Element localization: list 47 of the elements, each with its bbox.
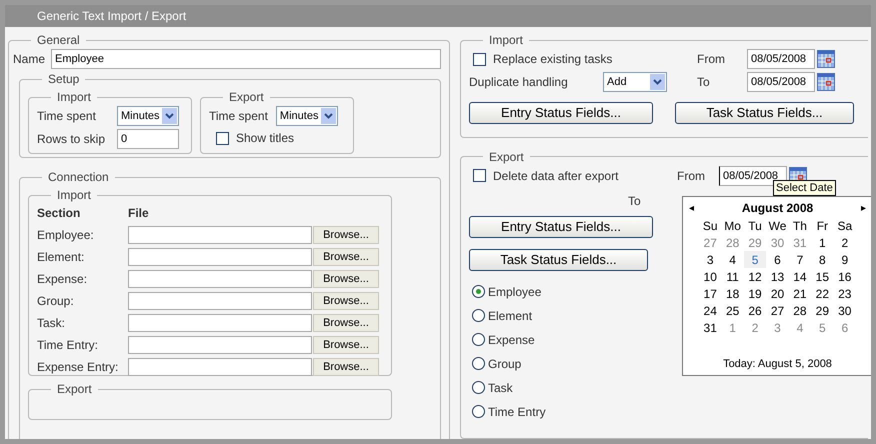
weekday-label: We [768,218,788,234]
field-label: From [677,168,706,185]
field-label: Time spent [209,108,268,125]
radio-label: Task [488,380,513,397]
weekday-label: Sa [836,218,854,234]
weekday-label: Tu [747,218,763,234]
radio-label: Time Entry [488,404,546,421]
column-header: Section [37,205,82,222]
radio-label: Employee [488,284,542,301]
section-legend: General [31,31,86,49]
field-label: To [697,74,711,91]
field-label: Duplicate handling [469,74,569,91]
weekday-label: Su [702,218,719,234]
checkbox-label: Delete data after export [493,168,618,185]
weekday-label: Fr [816,218,830,234]
section-legend: Import [51,88,98,106]
row-label: Expense Entry: [37,359,120,376]
field-label: Rows to skip [37,131,106,148]
section-legend: Import [483,31,530,49]
weekday-label: Th [792,218,808,234]
checkbox-label: Show titles [236,130,294,147]
section-legend: Export [51,380,98,398]
field-label: From [697,51,726,68]
row-label: Element: [37,249,86,266]
row-label: Time Entry: [37,337,99,354]
window-title: Generic Text Import / Export [37,8,186,25]
row-label: Task: [37,315,66,332]
radio-label: Expense [488,332,535,349]
calendar-month-title: August 2008 [742,200,814,217]
section-legend: Import [51,186,98,204]
today-label: Today: August 5, 2008 [722,357,833,372]
section-legend: Connection [42,168,115,186]
tooltip: Select Date [773,180,836,196]
checkbox-label: Replace existing tasks [493,51,612,68]
row-label: Expense: [37,271,88,288]
field-label: Name [13,51,46,68]
section-legend: Export [223,88,270,106]
field-label: To [628,194,641,208]
section-legend: Setup [42,70,86,88]
radio-label: Element [488,308,532,325]
radio-label: Group [488,356,522,373]
row-label: Employee: [37,227,95,244]
weekday-label: Mo [723,218,742,234]
column-header: File [128,205,150,222]
field-label: Time spent [37,108,97,125]
section-legend: Export [483,148,530,166]
row-label: Group: [37,293,75,310]
